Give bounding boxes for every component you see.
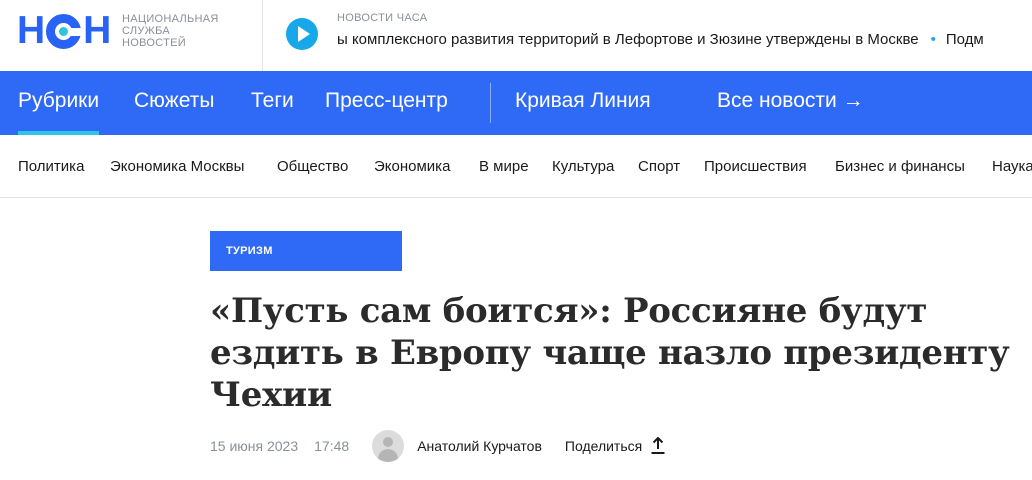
ticker-item[interactable]: Подм xyxy=(946,31,984,48)
rubric-science[interactable]: Наука xyxy=(992,135,1032,197)
logo-letter-right: Н xyxy=(83,9,111,52)
news-hour-label: НОВОСТИ ЧАСА xyxy=(337,12,428,24)
rubrics-bar: Политика Экономика Москвы Общество Эконо… xyxy=(0,135,1032,198)
news-ticker[interactable]: ы комплексного развития территорий в Леф… xyxy=(337,31,1032,51)
share-icon[interactable] xyxy=(650,436,666,455)
rubric-economy[interactable]: Экономика xyxy=(374,135,450,197)
article-meta: 15 июня 2023 17:48 Анатолий Курчатов Под… xyxy=(210,430,666,462)
author-link[interactable]: Анатолий Курчатов xyxy=(417,438,542,454)
share-button[interactable]: Поделиться xyxy=(565,438,642,454)
nav-item-krivaya-liniya[interactable]: Кривая Линия xyxy=(515,71,651,135)
article-headline: «Пусть сам боится»: Россияне будут ездит… xyxy=(210,291,1010,415)
nav-item-stories[interactable]: Сюжеты xyxy=(134,71,214,135)
nav-item-all-news[interactable]: Все новости → xyxy=(717,71,864,135)
brand-subtitle-line: НАЦИОНАЛЬНАЯ xyxy=(122,13,219,25)
top-divider xyxy=(262,0,263,71)
rubric-sport[interactable]: Спорт xyxy=(638,135,680,197)
play-icon[interactable] xyxy=(286,18,318,50)
rubric-moscow-economy[interactable]: Экономика Москвы xyxy=(110,135,244,197)
ticker-item[interactable]: ы комплексного развития территорий в Леф… xyxy=(337,31,919,48)
nav-item-press-center[interactable]: Пресс-центр xyxy=(325,71,448,135)
logo-c-mark xyxy=(46,13,83,49)
top-bar: Н Н НАЦИОНАЛЬНАЯ СЛУЖБА НОВОСТЕЙ НОВОСТИ… xyxy=(0,0,1032,71)
article-date: 15 июня 2023 xyxy=(210,438,299,454)
site-logo[interactable]: Н Н xyxy=(17,9,111,52)
nav-item-rubrics[interactable]: Рубрики xyxy=(18,71,100,135)
rubric-society[interactable]: Общество xyxy=(277,135,348,197)
rubric-business-finance[interactable]: Бизнес и финансы xyxy=(835,135,965,197)
brand-subtitle-line: НОВОСТЕЙ xyxy=(122,37,186,49)
brand-subtitle: НАЦИОНАЛЬНАЯ СЛУЖБА НОВОСТЕЙ xyxy=(122,13,219,49)
nav-divider xyxy=(490,83,491,123)
article-time: 17:48 xyxy=(314,438,350,454)
ticker-separator-icon: • xyxy=(930,31,936,48)
main-nav: Рубрики Сюжеты Теги Пресс-центр Кривая Л… xyxy=(0,71,1032,135)
nav-item-tags[interactable]: Теги xyxy=(251,71,294,135)
logo-letter-left: Н xyxy=(17,9,45,52)
rubric-incidents[interactable]: Происшествия xyxy=(704,135,807,197)
article-tag[interactable]: ТУРИЗМ xyxy=(210,231,402,271)
user-avatar-icon[interactable] xyxy=(372,430,405,462)
rubric-world[interactable]: В мире xyxy=(479,135,529,197)
rubric-culture[interactable]: Культура xyxy=(552,135,614,197)
rubric-politics[interactable]: Политика xyxy=(18,135,84,197)
brand-subtitle-line: СЛУЖБА xyxy=(122,25,171,37)
